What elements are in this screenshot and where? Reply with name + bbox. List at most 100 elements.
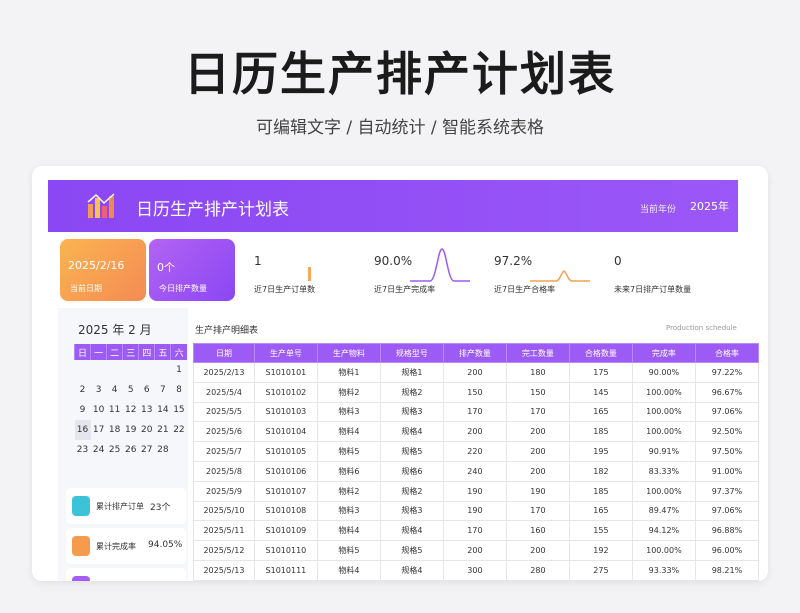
table-cell[interactable]: 2025/2/13 — [193, 362, 255, 383]
table-cell[interactable]: 190 — [442, 500, 507, 522]
calendar-day[interactable]: 11 — [107, 400, 123, 420]
column-header[interactable]: 合格率 — [694, 343, 760, 363]
table-cell[interactable]: S1010102 — [253, 381, 318, 403]
table-cell[interactable]: S1010105 — [253, 441, 318, 462]
table-cell[interactable]: 2025/5/10 — [193, 500, 255, 522]
table-cell[interactable]: 97.06% — [694, 500, 760, 522]
calendar-day[interactable]: 19 — [123, 420, 139, 440]
column-header[interactable]: 完工数量 — [505, 343, 570, 363]
table-cell[interactable]: 物料5 — [316, 441, 381, 462]
table-cell[interactable]: 170 — [442, 520, 507, 542]
table-cell[interactable]: 145 — [568, 381, 633, 403]
table-cell[interactable]: 240 — [442, 460, 507, 482]
table-cell[interactable]: 170 — [442, 401, 507, 423]
calendar-day[interactable]: 1 — [171, 360, 187, 380]
table-cell[interactable]: 100.00% — [631, 381, 696, 403]
table-cell[interactable]: S1010107 — [253, 480, 318, 502]
table-cell[interactable]: 220 — [442, 441, 507, 462]
table-cell[interactable]: 规格3 — [379, 500, 444, 522]
table-cell[interactable]: 83.33% — [631, 460, 696, 482]
table-cell[interactable]: 275 — [568, 559, 633, 581]
table-cell[interactable]: 200 — [505, 421, 570, 443]
table-cell[interactable]: 规格6 — [379, 460, 444, 482]
table-row[interactable]: 2025/5/7 S1010105 物料5 规格5 220 200 195 90.91% 97.… — [193, 441, 760, 462]
table-cell[interactable]: 195 — [568, 441, 633, 462]
table-cell[interactable]: 规格3 — [379, 401, 444, 423]
table-cell[interactable]: 90.00% — [631, 362, 696, 383]
table-cell[interactable]: S1010103 — [253, 401, 318, 423]
table-cell[interactable]: 93.33% — [631, 559, 696, 581]
table-cell[interactable]: 物料4 — [316, 520, 381, 542]
table-cell[interactable]: 96.88% — [694, 520, 760, 542]
table-cell[interactable]: 97.37% — [694, 480, 760, 502]
table-cell[interactable]: 170 — [505, 500, 570, 522]
calendar-day[interactable]: 7 — [155, 380, 171, 400]
table-cell[interactable]: 规格1 — [379, 362, 444, 383]
table-cell[interactable]: 物料4 — [316, 559, 381, 581]
table-cell[interactable]: 200 — [442, 540, 507, 561]
calendar-day[interactable]: 9 — [75, 400, 91, 420]
calendar-day[interactable]: 8 — [171, 380, 187, 400]
table-cell[interactable]: 2025/5/11 — [193, 520, 255, 542]
table-cell[interactable]: 规格4 — [379, 421, 444, 443]
table-cell[interactable]: 物料2 — [316, 381, 381, 403]
table-cell[interactable]: 300 — [442, 559, 507, 581]
table-cell[interactable]: 160 — [505, 520, 570, 542]
table-cell[interactable]: 97.06% — [694, 401, 760, 423]
table-cell[interactable]: 规格4 — [379, 520, 444, 542]
table-cell[interactable]: 物料5 — [316, 540, 381, 561]
table-cell[interactable]: 规格2 — [379, 381, 444, 403]
table-row[interactable]: 2025/5/13 S1010111 物料4 规格4 300 280 275 93.33% 98… — [193, 559, 760, 581]
table-cell[interactable]: 200 — [442, 362, 507, 383]
calendar-day[interactable]: 12 — [123, 400, 139, 420]
table-row[interactable]: 2025/5/12 S1010110 物料5 规格5 200 200 192 100.00% 9… — [193, 540, 760, 561]
table-cell[interactable]: 100.00% — [631, 540, 696, 561]
table-cell[interactable]: 96.00% — [694, 540, 760, 561]
table-cell[interactable]: 190 — [442, 480, 507, 502]
table-cell[interactable]: 2025/5/5 — [193, 401, 255, 423]
column-header[interactable]: 完成率 — [631, 343, 696, 363]
calendar-day[interactable]: 16 — [74, 420, 91, 440]
column-header[interactable]: 排产数量 — [442, 343, 507, 363]
table-cell[interactable]: 97.22% — [694, 362, 760, 383]
table-cell[interactable]: 物料4 — [316, 421, 381, 443]
table-cell[interactable]: 200 — [505, 441, 570, 462]
table-row[interactable]: 2025/5/6 S1010104 物料4 规格4 200 200 185 100.00% 92… — [193, 421, 760, 443]
table-cell[interactable]: 200 — [505, 540, 570, 561]
table-row[interactable]: 2025/5/11 S1010109 物料4 规格4 170 160 155 94.12% 96… — [193, 520, 760, 542]
table-row[interactable]: 2025/5/5 S1010103 物料3 规格3 170 170 165 100.00% 97… — [193, 401, 760, 423]
table-cell[interactable]: 97.50% — [694, 441, 760, 462]
calendar-day[interactable]: 18 — [107, 420, 123, 440]
table-cell[interactable]: 物料1 — [316, 362, 381, 383]
calendar-day[interactable]: 25 — [107, 440, 123, 460]
table-cell[interactable]: S1010106 — [253, 460, 318, 482]
table-row[interactable]: 2025/5/4 S1010102 物料2 规格2 150 150 145 100.00% 96… — [193, 381, 760, 403]
table-cell[interactable]: 155 — [568, 520, 633, 542]
calendar-day[interactable]: 28 — [155, 440, 171, 460]
calendar-day[interactable]: 20 — [139, 420, 155, 440]
table-cell[interactable]: 96.67% — [694, 381, 760, 403]
table-cell[interactable]: 2025/5/7 — [193, 441, 255, 462]
calendar-day[interactable]: 24 — [91, 440, 107, 460]
table-cell[interactable]: 165 — [568, 500, 633, 522]
table-row[interactable]: 2025/5/8 S1010106 物料6 规格6 240 200 182 83.33% 91.… — [193, 460, 760, 482]
calendar-day[interactable]: 10 — [91, 400, 107, 420]
table-cell[interactable]: 2025/5/8 — [193, 460, 255, 482]
table-cell[interactable]: 98.21% — [694, 559, 760, 581]
calendar-day[interactable]: 21 — [155, 420, 171, 440]
table-cell[interactable]: 165 — [568, 401, 633, 423]
table-cell[interactable]: 2025/5/4 — [193, 381, 255, 403]
table-cell[interactable]: S1010111 — [253, 559, 318, 581]
table-cell[interactable]: S1010110 — [253, 540, 318, 561]
calendar-day[interactable]: 15 — [171, 400, 187, 420]
calendar-day[interactable]: 2 — [75, 380, 91, 400]
table-cell[interactable]: 182 — [568, 460, 633, 482]
column-header[interactable]: 合格数量 — [568, 343, 633, 363]
table-cell[interactable]: 100.00% — [631, 421, 696, 443]
table-cell[interactable]: 175 — [568, 362, 633, 383]
table-cell[interactable]: 200 — [442, 421, 507, 443]
table-cell[interactable]: 2025/5/12 — [193, 540, 255, 561]
table-cell[interactable]: 2025/5/13 — [193, 559, 255, 581]
column-header[interactable]: 规格型号 — [379, 343, 444, 363]
table-cell[interactable]: 规格5 — [379, 441, 444, 462]
